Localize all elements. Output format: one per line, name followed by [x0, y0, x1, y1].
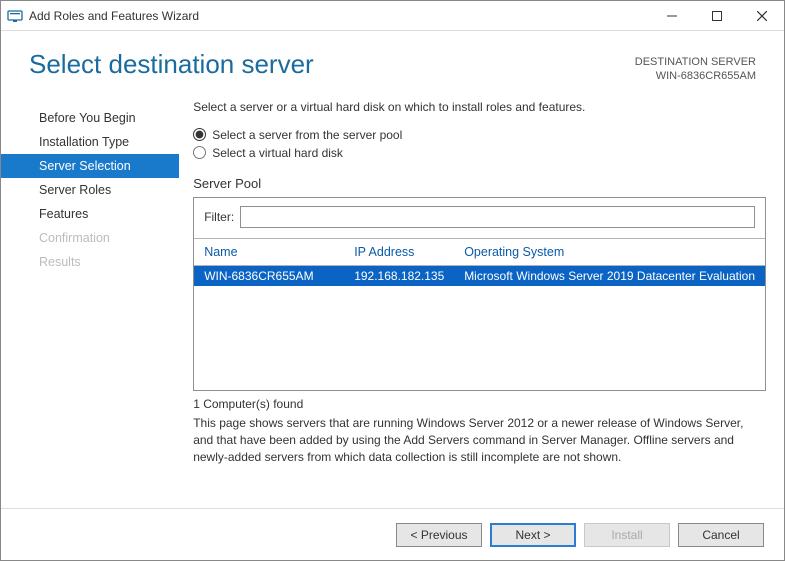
- header: Select destination server DESTINATION SE…: [1, 31, 784, 94]
- footer: < Previous Next > Install Cancel: [1, 508, 784, 560]
- main-panel: Select a server or a virtual hard disk o…: [179, 100, 766, 508]
- install-button: Install: [584, 523, 670, 547]
- col-header-ip[interactable]: IP Address: [344, 239, 454, 265]
- col-header-os[interactable]: Operating System: [454, 239, 765, 265]
- page-note: This page shows servers that are running…: [193, 415, 766, 467]
- radio-server-pool[interactable]: Select a server from the server pool: [193, 126, 766, 144]
- target-radio-group: Select a server from the server pool Sel…: [193, 126, 766, 162]
- table-row[interactable]: WIN-6836CR655AM 192.168.182.135 Microsof…: [194, 266, 765, 286]
- radio-vhd-label: Select a virtual hard disk: [212, 146, 343, 160]
- maximize-button[interactable]: [694, 1, 739, 30]
- body: Before You Begin Installation Type Serve…: [1, 94, 784, 508]
- radio-vhd[interactable]: Select a virtual hard disk: [193, 144, 766, 162]
- destination-value: WIN-6836CR655AM: [635, 69, 756, 83]
- cell-os: Microsoft Windows Server 2019 Datacenter…: [454, 266, 765, 286]
- computers-found: 1 Computer(s) found: [193, 397, 766, 411]
- radio-server-pool-input[interactable]: [193, 128, 206, 141]
- window-title: Add Roles and Features Wizard: [29, 9, 199, 23]
- filter-input[interactable]: [240, 206, 755, 228]
- cancel-button[interactable]: Cancel: [678, 523, 764, 547]
- nav-results: Results: [1, 250, 179, 274]
- cell-ip: 192.168.182.135: [344, 266, 454, 286]
- radio-server-pool-label: Select a server from the server pool: [212, 128, 402, 142]
- app-icon: [7, 8, 23, 24]
- server-pool-box: Filter: Name IP Address Operating System…: [193, 197, 766, 391]
- nav-server-selection[interactable]: Server Selection: [1, 154, 179, 178]
- radio-vhd-input[interactable]: [193, 146, 206, 159]
- cell-name: WIN-6836CR655AM: [194, 266, 344, 286]
- page-title: Select destination server: [29, 49, 635, 80]
- nav-installation-type[interactable]: Installation Type: [1, 130, 179, 154]
- previous-button[interactable]: < Previous: [396, 523, 482, 547]
- nav-confirmation: Confirmation: [1, 226, 179, 250]
- server-pool-label: Server Pool: [193, 176, 766, 191]
- nav-features[interactable]: Features: [1, 202, 179, 226]
- wizard-window: Add Roles and Features Wizard Select des…: [0, 0, 785, 561]
- destination-label: DESTINATION SERVER: [635, 55, 756, 69]
- col-header-name[interactable]: Name: [194, 239, 344, 265]
- wizard-nav: Before You Begin Installation Type Serve…: [1, 100, 179, 508]
- grid-header: Name IP Address Operating System: [194, 238, 765, 266]
- next-button[interactable]: Next >: [490, 523, 576, 547]
- close-button[interactable]: [739, 1, 784, 30]
- nav-before-you-begin[interactable]: Before You Begin: [1, 106, 179, 130]
- filter-label: Filter:: [204, 210, 234, 224]
- nav-server-roles[interactable]: Server Roles: [1, 178, 179, 202]
- minimize-button[interactable]: [649, 1, 694, 30]
- intro-text: Select a server or a virtual hard disk o…: [193, 100, 766, 114]
- titlebar: Add Roles and Features Wizard: [1, 1, 784, 31]
- destination-info: DESTINATION SERVER WIN-6836CR655AM: [635, 49, 756, 84]
- filter-row: Filter:: [194, 198, 765, 238]
- grid-body[interactable]: WIN-6836CR655AM 192.168.182.135 Microsof…: [194, 266, 765, 390]
